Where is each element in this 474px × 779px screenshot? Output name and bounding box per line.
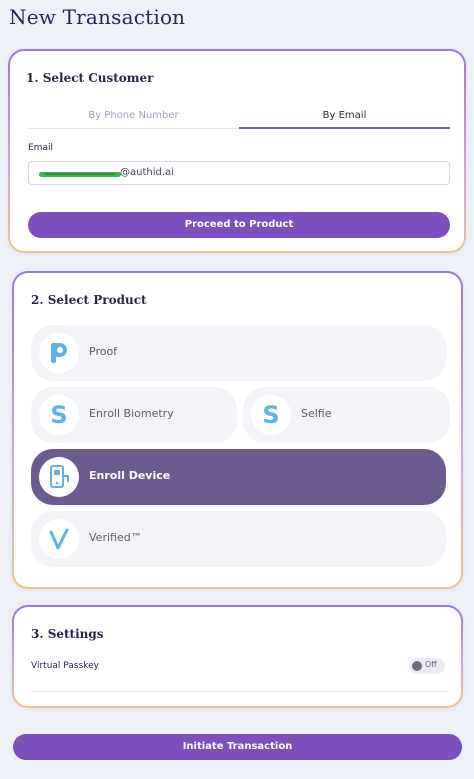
email-label: Email — [28, 143, 53, 153]
product-option-enroll-device[interactable]: Enroll Device — [31, 449, 446, 505]
product-label: Verified™ — [89, 531, 142, 544]
email-value: @authid.ai — [120, 167, 174, 178]
divider — [31, 691, 448, 692]
initiate-transaction-button[interactable]: Initiate Transaction — [13, 734, 462, 760]
toggle-state: Off — [425, 660, 437, 669]
email-field[interactable]: @authid.ai — [28, 161, 450, 185]
p-logo-icon — [39, 333, 79, 373]
redaction-mark — [39, 172, 121, 177]
virtual-passkey-label: Virtual Passkey — [31, 661, 99, 671]
tab-by-email[interactable]: By Email — [239, 107, 450, 129]
product-option-enroll-biometry[interactable]: S Enroll Biometry — [31, 387, 237, 443]
page-title: New Transaction — [9, 5, 186, 29]
toggle-knob — [412, 661, 422, 671]
phone-device-icon — [39, 457, 79, 497]
product-label: Enroll Biometry — [89, 407, 174, 420]
product-option-proof[interactable]: Proof — [31, 325, 446, 381]
product-label: Enroll Device — [89, 469, 171, 482]
virtual-passkey-toggle[interactable]: Off — [409, 658, 445, 674]
product-option-verified[interactable]: Verified™ — [31, 511, 446, 567]
select-customer-title: 1. Select Customer — [26, 71, 154, 85]
product-label: Selfie — [301, 407, 332, 420]
settings-title: 3. Settings — [31, 627, 104, 641]
select-product-card: 2. Select Product Proof S Enroll Biometr… — [12, 271, 463, 589]
proceed-to-product-button[interactable]: Proceed to Product — [28, 212, 450, 238]
tab-by-phone-number[interactable]: By Phone Number — [28, 107, 239, 129]
s-logo-icon: S — [251, 395, 291, 435]
customer-tabs: By Phone Number By Email — [28, 107, 450, 129]
product-label: Proof — [89, 345, 118, 358]
checkmark-v-icon — [39, 519, 79, 559]
settings-card: 3. Settings Virtual Passkey Off — [12, 605, 463, 708]
s-logo-icon: S — [39, 395, 79, 435]
select-product-title: 2. Select Product — [31, 293, 147, 307]
select-customer-card: 1. Select Customer By Phone Number By Em… — [8, 49, 466, 253]
product-option-selfie[interactable]: S Selfie — [243, 387, 450, 443]
